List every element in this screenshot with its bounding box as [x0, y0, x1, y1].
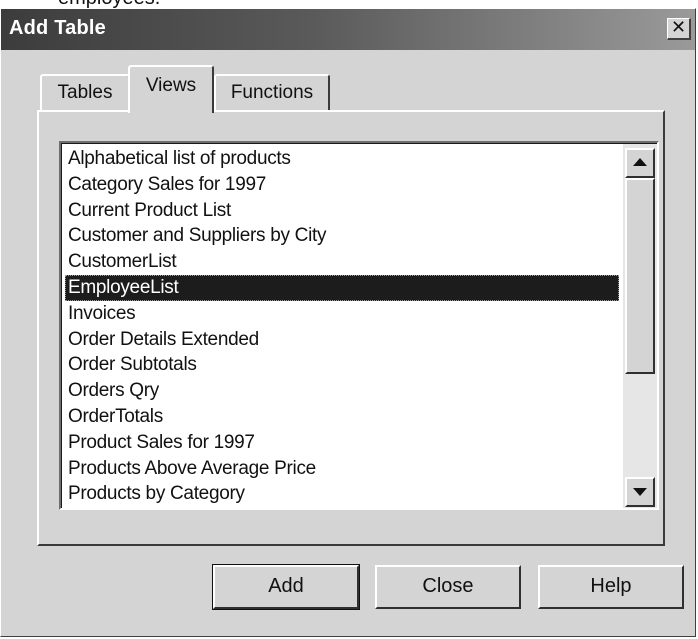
list-item[interactable]: Invoices — [65, 301, 619, 327]
list-item[interactable]: Orders Qry — [65, 378, 619, 404]
title-bar[interactable]: Add Table ✕ — [1, 9, 695, 50]
list-item[interactable]: Alphabetical list of products — [65, 146, 619, 172]
list-item[interactable]: CustomerList — [65, 249, 619, 275]
list-items: Alphabetical list of products Category S… — [65, 146, 619, 507]
list-item[interactable]: Products Above Average Price — [65, 456, 619, 482]
tab-tables[interactable]: Tables — [40, 74, 130, 112]
list-item[interactable]: Customer and Suppliers by City — [65, 223, 619, 249]
list-item[interactable]: Order Details Extended — [65, 327, 619, 353]
list-item[interactable]: OrderTotals — [65, 404, 619, 430]
close-button-label: Close — [422, 575, 474, 597]
close-button[interactable]: Close — [375, 565, 521, 609]
list-item-selected[interactable]: EmployeeList — [65, 274, 619, 301]
list-item[interactable]: Current Product List — [65, 198, 619, 224]
arrow-up-icon — [633, 158, 647, 166]
tab-functions-label: Functions — [230, 82, 314, 103]
tab-tables-label: Tables — [57, 82, 113, 103]
cropped-text: employees. — [58, 0, 160, 8]
cropped-text-fragment: employees. — [0, 0, 698, 8]
close-window-button[interactable]: ✕ — [667, 18, 691, 40]
tab-functions[interactable]: Functions — [214, 74, 330, 112]
vertical-scrollbar[interactable] — [623, 144, 657, 508]
close-icon: ✕ — [670, 17, 687, 38]
help-button-label: Help — [590, 575, 632, 597]
tab-views-label: Views — [145, 75, 197, 96]
list-item[interactable]: Product Sales for 1997 — [65, 430, 619, 456]
dialog-title: Add Table — [9, 17, 106, 39]
tab-views[interactable]: Views — [128, 65, 214, 113]
add-button[interactable]: Add — [212, 564, 360, 610]
listbox-frame: Alphabetical list of products Category S… — [61, 143, 657, 508]
arrow-down-icon — [633, 488, 647, 496]
list-item[interactable]: Order Subtotals — [65, 352, 619, 378]
list-item[interactable]: Products by Category — [65, 481, 619, 507]
views-listbox[interactable]: Alphabetical list of products Category S… — [59, 141, 659, 510]
scrollbar-thumb[interactable] — [625, 178, 655, 374]
list-item[interactable]: Category Sales for 1997 — [65, 172, 619, 198]
scroll-down-button[interactable] — [625, 477, 655, 507]
add-button-label: Add — [268, 575, 304, 597]
scroll-up-button[interactable] — [625, 148, 655, 178]
help-button[interactable]: Help — [538, 565, 684, 609]
